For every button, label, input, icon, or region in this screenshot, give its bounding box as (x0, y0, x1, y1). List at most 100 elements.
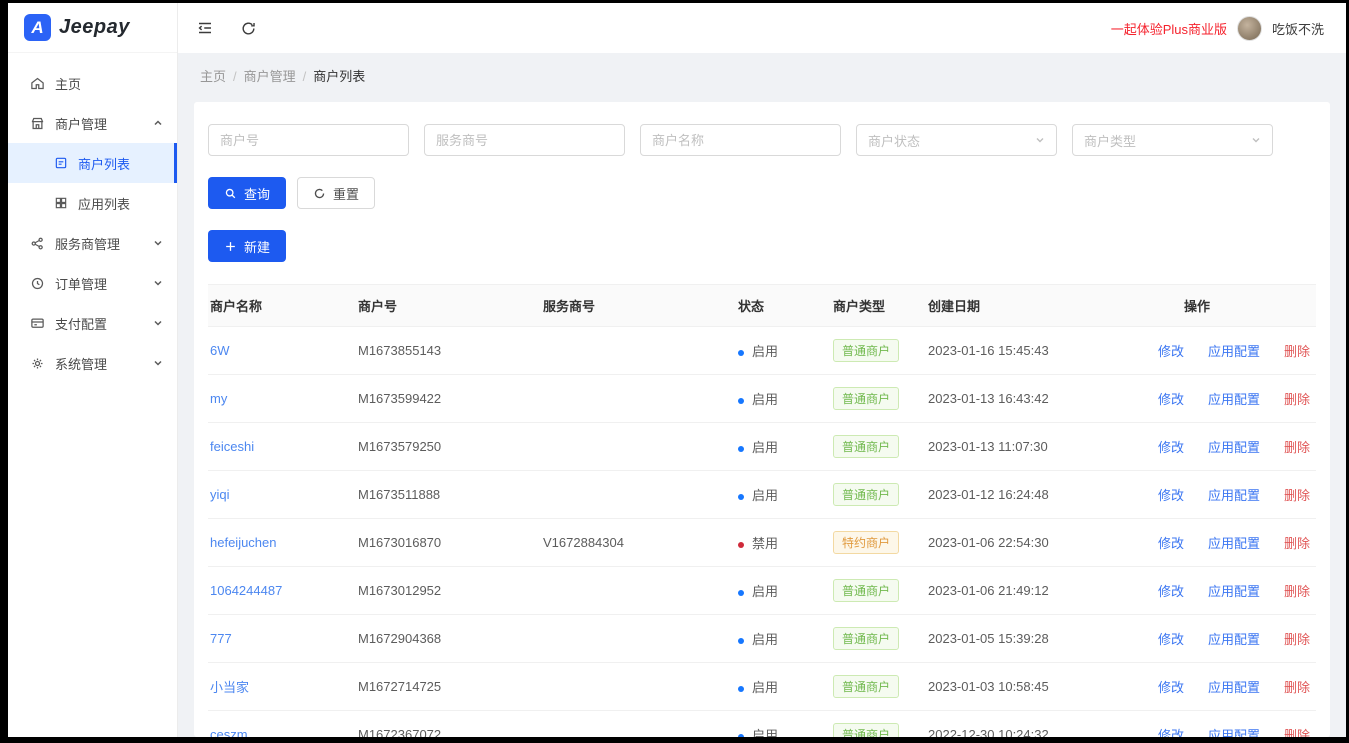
edit-link[interactable]: 修改 (1158, 536, 1184, 551)
edit-link[interactable]: 修改 (1158, 392, 1184, 407)
menu-fold-icon[interactable] (196, 19, 214, 37)
delete-link[interactable]: 删除 (1284, 584, 1310, 599)
merchant-name-link[interactable]: hefeijuchen (210, 535, 277, 550)
merchant-name-link[interactable]: my (210, 391, 227, 406)
type-cell: 普通商户 (833, 326, 928, 375)
edit-link[interactable]: 修改 (1158, 440, 1184, 455)
state-cell: 启用 (738, 374, 833, 423)
isv-no-input[interactable] (424, 124, 625, 156)
delete-link[interactable]: 删除 (1284, 728, 1310, 737)
actions-cell: 修改 应用配置 删除 (1158, 518, 1316, 567)
table-row: 小当家 M1672714725 启用 普通商户 2023-01-03 10:58:45 修… (208, 662, 1316, 711)
edit-link[interactable]: 修改 (1158, 584, 1184, 599)
sidebar-item-merchant-management[interactable]: 商户管理 (8, 103, 177, 143)
mch-no-input[interactable] (208, 124, 409, 156)
query-button[interactable]: 查询 (208, 177, 287, 209)
avatar[interactable] (1236, 15, 1262, 41)
merchant-list-icon (54, 156, 68, 170)
pay-config-icon (30, 316, 45, 331)
actions-cell: 修改 应用配置 删除 (1158, 662, 1316, 711)
app-config-link[interactable]: 应用配置 (1208, 344, 1260, 359)
state-cell: 启用 (738, 614, 833, 663)
order-icon (30, 276, 45, 291)
delete-link[interactable]: 删除 (1284, 440, 1310, 455)
chevron-down-icon (1035, 135, 1045, 145)
actions-cell: 修改 应用配置 删除 (1158, 566, 1316, 615)
isv-no-cell: V1672884304 (543, 518, 738, 567)
merchant-name-link[interactable]: 777 (210, 631, 232, 646)
plus-promo-link[interactable]: 一起体验Plus商业版 (1111, 19, 1227, 38)
reset-button[interactable]: 重置 (297, 177, 376, 209)
app-config-link[interactable]: 应用配置 (1208, 632, 1260, 647)
sidebar-item-home[interactable]: 主页 (8, 63, 177, 103)
delete-link[interactable]: 删除 (1284, 632, 1310, 647)
create-button[interactable]: 新建 (208, 230, 287, 262)
app-config-link[interactable]: 应用配置 (1208, 392, 1260, 407)
merchant-name-link[interactable]: 1064244487 (210, 583, 282, 598)
merchant-no-cell: M1673579250 (358, 422, 543, 471)
merchant-type-badge: 普通商户 (833, 579, 900, 602)
sidebar-item-system-management[interactable]: 系统管理 (8, 343, 177, 383)
plus-icon (224, 240, 237, 253)
sidebar-item-order-management[interactable]: 订单管理 (8, 263, 177, 303)
status-label: 启用 (752, 728, 779, 737)
home-icon (30, 76, 45, 91)
status-label: 启用 (752, 632, 779, 647)
status-dot (738, 493, 744, 500)
edit-link[interactable]: 修改 (1158, 728, 1184, 737)
merchant-name-link[interactable]: feiceshi (210, 439, 254, 454)
merchant-name-link[interactable]: 6W (210, 343, 230, 358)
delete-link[interactable]: 删除 (1284, 488, 1310, 503)
isv-no-cell (543, 614, 738, 663)
type-cell: 普通商户 (833, 470, 928, 519)
table-body: 6W M1673855143 启用 普通商户 2023-01-16 15:45:43 修改… (208, 326, 1316, 737)
merchant-type-badge: 特约商户 (833, 531, 900, 554)
sidebar-item-app-list[interactable]: 应用列表 (8, 183, 177, 223)
merchant-name-link[interactable]: 小当家 (210, 680, 249, 695)
column-header: 商户名称 (208, 284, 358, 327)
type-cell: 普通商户 (833, 566, 928, 615)
edit-link[interactable]: 修改 (1158, 488, 1184, 503)
merchant-type-badge: 普通商户 (833, 723, 900, 737)
actions-cell: 修改 应用配置 删除 (1158, 422, 1316, 471)
breadcrumb-home[interactable]: 主页 (200, 69, 226, 84)
state-cell: 启用 (738, 422, 833, 471)
merchant-no-cell: M1672714725 (358, 662, 543, 711)
username[interactable]: 吃饭不洗 (1272, 19, 1324, 38)
mch-type-select[interactable]: 商户类型 (1072, 124, 1273, 156)
table-row: my M1673599422 启用 普通商户 2023-01-13 16:43:42 修改… (208, 374, 1316, 423)
delete-link[interactable]: 删除 (1284, 344, 1310, 359)
sidebar-item-merchant-list[interactable]: 商户列表 (8, 143, 177, 183)
app-config-link[interactable]: 应用配置 (1208, 680, 1260, 695)
merchant-name-cell: yiqi (208, 470, 358, 519)
filter-form: 商户状态 商户类型 (208, 124, 1316, 156)
delete-link[interactable]: 删除 (1284, 392, 1310, 407)
status-label: 启用 (752, 392, 779, 407)
mch-name-input[interactable] (640, 124, 841, 156)
merchant-name-cell: ceszm (208, 710, 358, 737)
isv-no-cell (543, 470, 738, 519)
app-config-link[interactable]: 应用配置 (1208, 440, 1260, 455)
edit-link[interactable]: 修改 (1158, 680, 1184, 695)
app-config-link[interactable]: 应用配置 (1208, 488, 1260, 503)
delete-link[interactable]: 删除 (1284, 536, 1310, 551)
sidebar-item-isv-management[interactable]: 服务商管理 (8, 223, 177, 263)
sidebar-item-label: 商户管理 (55, 116, 108, 132)
app-config-link[interactable]: 应用配置 (1208, 584, 1260, 599)
sidebar-item-pay-config[interactable]: 支付配置 (8, 303, 177, 343)
merchant-name-cell: my (208, 374, 358, 423)
logo[interactable]: A Jeepay (8, 3, 177, 53)
status-label: 启用 (752, 488, 779, 503)
app-config-link[interactable]: 应用配置 (1208, 728, 1260, 737)
mch-state-select[interactable]: 商户状态 (856, 124, 1057, 156)
app-config-link[interactable]: 应用配置 (1208, 536, 1260, 551)
merchant-name-link[interactable]: ceszm (210, 727, 248, 737)
sidebar-item-label: 服务商管理 (55, 236, 121, 252)
edit-link[interactable]: 修改 (1158, 344, 1184, 359)
edit-link[interactable]: 修改 (1158, 632, 1184, 647)
breadcrumb-merchant-management[interactable]: 商户管理 (244, 69, 296, 84)
merchant-name-link[interactable]: yiqi (210, 487, 230, 502)
delete-link[interactable]: 删除 (1284, 680, 1310, 695)
reload-icon[interactable] (240, 20, 257, 37)
status-dot (738, 733, 744, 737)
